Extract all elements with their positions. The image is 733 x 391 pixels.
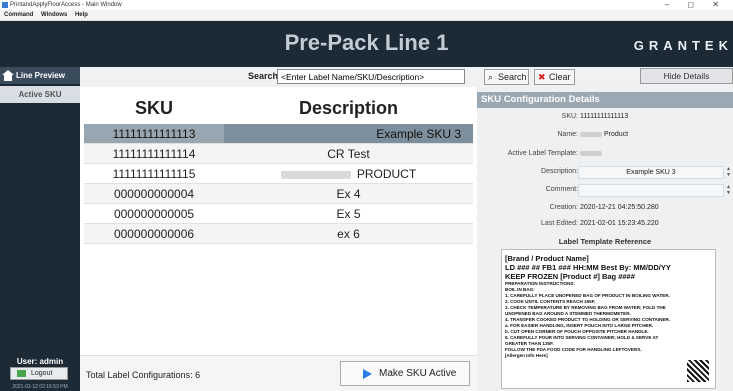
logout-button[interactable]: Logout <box>10 367 68 380</box>
app-icon <box>2 2 8 8</box>
app-header: Pre-Pack Line 1 GRANTEK <box>0 21 733 67</box>
table-row[interactable]: 11111111111114 CR Test <box>84 144 473 164</box>
table-row[interactable]: 000000000004 Ex 4 <box>84 184 473 204</box>
redacted-text <box>280 170 351 179</box>
qr-code-icon <box>687 360 709 382</box>
cell-sku: 000000000005 <box>113 207 195 221</box>
field-name-label: Name: <box>557 131 578 138</box>
label-line-3: KEEP FROZEN [Product #] Bag #### <box>505 272 635 281</box>
redacted-text <box>580 131 602 137</box>
table-footer: Total Label Configurations: 6 Make SKU A… <box>80 355 477 391</box>
label-template-preview: [Brand / Product Name] LD ### ## FB1 ###… <box>501 249 716 389</box>
clear-button[interactable]: ✖ Clear <box>534 69 575 85</box>
field-sku-value: 11111111111113 <box>580 113 629 120</box>
field-edited-label: Last Edited: <box>541 220 578 227</box>
field-creation-value: 2020-12-21 04:25:50.280 <box>580 204 659 211</box>
cell-description: ex 6 <box>337 227 360 241</box>
menu-help[interactable]: Help <box>75 12 88 18</box>
table-row[interactable]: 11111111111115 PRODUCT <box>84 164 473 184</box>
table-body: 11111111111113 Example SKU 3 11111111111… <box>84 124 473 244</box>
template-reference-title: Label Template Reference <box>558 237 652 246</box>
menu-command[interactable]: Command <box>4 12 33 18</box>
label-instruction: [Allergen Info Here] <box>505 353 548 358</box>
timestamp: 2021-02-12 02:16:53 PM <box>12 384 68 390</box>
nav-line-preview-label: Line Preview <box>16 71 65 80</box>
cell-description: PRODUCT <box>224 164 473 183</box>
description-textbox[interactable]: Example SKU 3 <box>578 166 724 179</box>
clear-button-label: Clear <box>549 72 571 82</box>
field-last-edited: Last Edited: 2021-02-01 15:23:45.220 <box>477 217 733 231</box>
comment-scroll[interactable]: ▲ ▼ <box>725 184 732 197</box>
logout-label: Logout <box>31 370 53 377</box>
column-header-sku[interactable]: SKU <box>84 93 224 123</box>
field-name-text: Product <box>604 131 629 138</box>
column-header-description[interactable]: Description <box>224 93 473 123</box>
table-row[interactable]: 11111111111113 Example SKU 3 <box>84 124 473 144</box>
label-line-2: LD ### ## FB1 ### HH:MM Best By: MM/DD/Y… <box>505 263 671 272</box>
field-creation-label: Creation: <box>549 204 578 211</box>
make-sku-active-button[interactable]: Make SKU Active <box>340 361 470 386</box>
field-description: Description: Example SKU 3 ▲ ▼ <box>477 165 733 179</box>
page-title: Pre-Pack Line 1 <box>284 30 449 55</box>
hide-details-label: Hide Details <box>663 71 710 81</box>
sku-table: SKU Description 11111111111113 Example S… <box>80 87 477 355</box>
field-creation: Creation: 2020-12-21 04:25:50.280 <box>477 201 733 215</box>
search-button-label: Search <box>498 72 527 82</box>
table-header: SKU Description <box>84 93 473 123</box>
field-description-label: Description: <box>541 168 578 175</box>
clear-icon: ✖ <box>538 72 546 82</box>
search-bar: Search: ⌕ Search ✖ Clear Hide Details <box>80 67 733 87</box>
cell-sku: 000000000004 <box>113 187 195 201</box>
sidebar: Line Preview Active SKU User: admin Logo… <box>0 67 80 391</box>
cell-description-text: PRODUCT <box>356 167 417 181</box>
cell-sku: 11111111111114 <box>112 147 196 161</box>
search-input[interactable] <box>277 69 465 84</box>
details-panel: SKU Configuration Details SKU: 111111111… <box>477 87 733 391</box>
cell-sku: 11111111111113 <box>112 127 196 141</box>
make-sku-active-label: Make SKU Active <box>379 368 457 379</box>
window-controls[interactable]: – ◻ ✕ <box>665 0 727 10</box>
field-comment: Comment: ▲ ▼ <box>477 183 733 197</box>
cell-description: CR Test <box>327 147 370 161</box>
window-title: PrintandApplyFloorAccess - Main Window <box>10 2 122 8</box>
logout-icon <box>17 370 26 377</box>
field-active-template: Active Label Template: <box>477 147 733 161</box>
nav-active-sku[interactable]: Active SKU <box>0 86 80 103</box>
description-scroll[interactable]: ▲ ▼ <box>725 166 732 179</box>
cell-sku: 11111111111115 <box>112 167 196 181</box>
nav-line-preview[interactable]: Line Preview <box>0 67 80 84</box>
field-sku: SKU: 11111111111113 <box>477 110 733 124</box>
search-icon: ⌕ <box>488 72 494 82</box>
window-titlebar: PrintandApplyFloorAccess - Main Window –… <box>0 0 733 10</box>
field-comment-label: Comment: <box>545 186 578 193</box>
table-row[interactable]: 000000000005 Ex 5 <box>84 204 473 224</box>
config-count: Total Label Configurations: 6 <box>86 370 201 380</box>
cell-sku: 000000000006 <box>113 227 195 241</box>
field-name: Name: Product <box>477 128 733 142</box>
cell-description: Ex 5 <box>336 207 361 221</box>
menubar: Command Windows Help <box>0 10 733 21</box>
field-template-value <box>580 147 604 161</box>
cell-description: Ex 4 <box>336 187 361 201</box>
table-row[interactable]: 000000000006 ex 6 <box>84 224 473 244</box>
redacted-text <box>580 150 602 156</box>
field-sku-label: SKU: <box>561 113 578 120</box>
cell-description: Example SKU 3 <box>224 124 473 143</box>
field-name-value: Product <box>580 128 628 142</box>
hide-details-button[interactable]: Hide Details <box>640 68 733 84</box>
field-template-label: Active Label Template: <box>507 150 578 157</box>
details-title: SKU Configuration Details <box>477 92 733 108</box>
play-icon <box>363 369 372 379</box>
home-icon <box>2 70 14 81</box>
comment-textbox[interactable] <box>578 184 724 197</box>
search-button[interactable]: ⌕ Search <box>484 69 529 85</box>
field-edited-value: 2021-02-01 15:23:45.220 <box>580 220 659 227</box>
label-line-1: [Brand / Product Name] <box>505 254 589 263</box>
brand-logo: GRANTEK <box>633 38 733 53</box>
user-label: User: admin <box>16 357 64 366</box>
menu-windows[interactable]: Windows <box>41 12 67 18</box>
